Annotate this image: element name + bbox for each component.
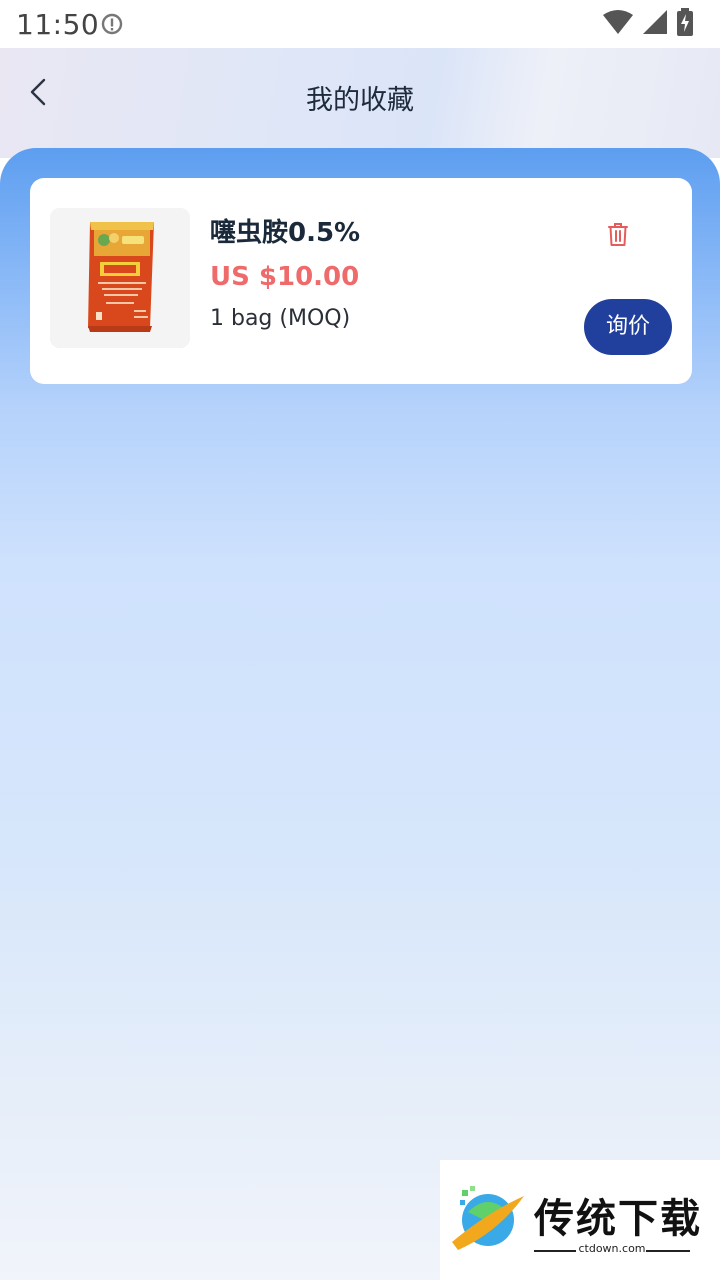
page-title: 我的收藏 — [306, 85, 414, 116]
status-bar: 11:50 — [0, 0, 720, 48]
watermark: 传统下载 ctdown.com — [440, 1160, 720, 1280]
watermark-subtext: ctdown.com — [578, 1242, 646, 1255]
product-moq: 1 bag (MOQ) — [210, 306, 351, 331]
favorites-panel: 噻虫胺0.5% US $10.00 1 bag (MOQ) 询价 — [0, 148, 720, 1280]
delete-button[interactable] — [604, 220, 632, 250]
wifi-icon — [602, 9, 634, 40]
status-time: 11:50 — [16, 8, 100, 41]
product-name[interactable]: 噻虫胺0.5% — [210, 212, 360, 249]
trash-icon — [608, 223, 628, 246]
product-price: US $10.00 — [210, 262, 360, 292]
status-icons — [602, 8, 694, 41]
info-icon — [100, 12, 124, 41]
header: 我的收藏 — [0, 48, 720, 158]
inquire-button[interactable]: 询价 — [584, 299, 672, 355]
product-image — [50, 208, 190, 348]
watermark-logo — [452, 1186, 524, 1250]
watermark-text: 传统下载 — [534, 1196, 702, 1242]
battery-charging-icon — [676, 8, 694, 41]
signal-icon — [642, 9, 668, 40]
favorite-item-card[interactable]: 噻虫胺0.5% US $10.00 1 bag (MOQ) 询价 — [30, 178, 692, 384]
